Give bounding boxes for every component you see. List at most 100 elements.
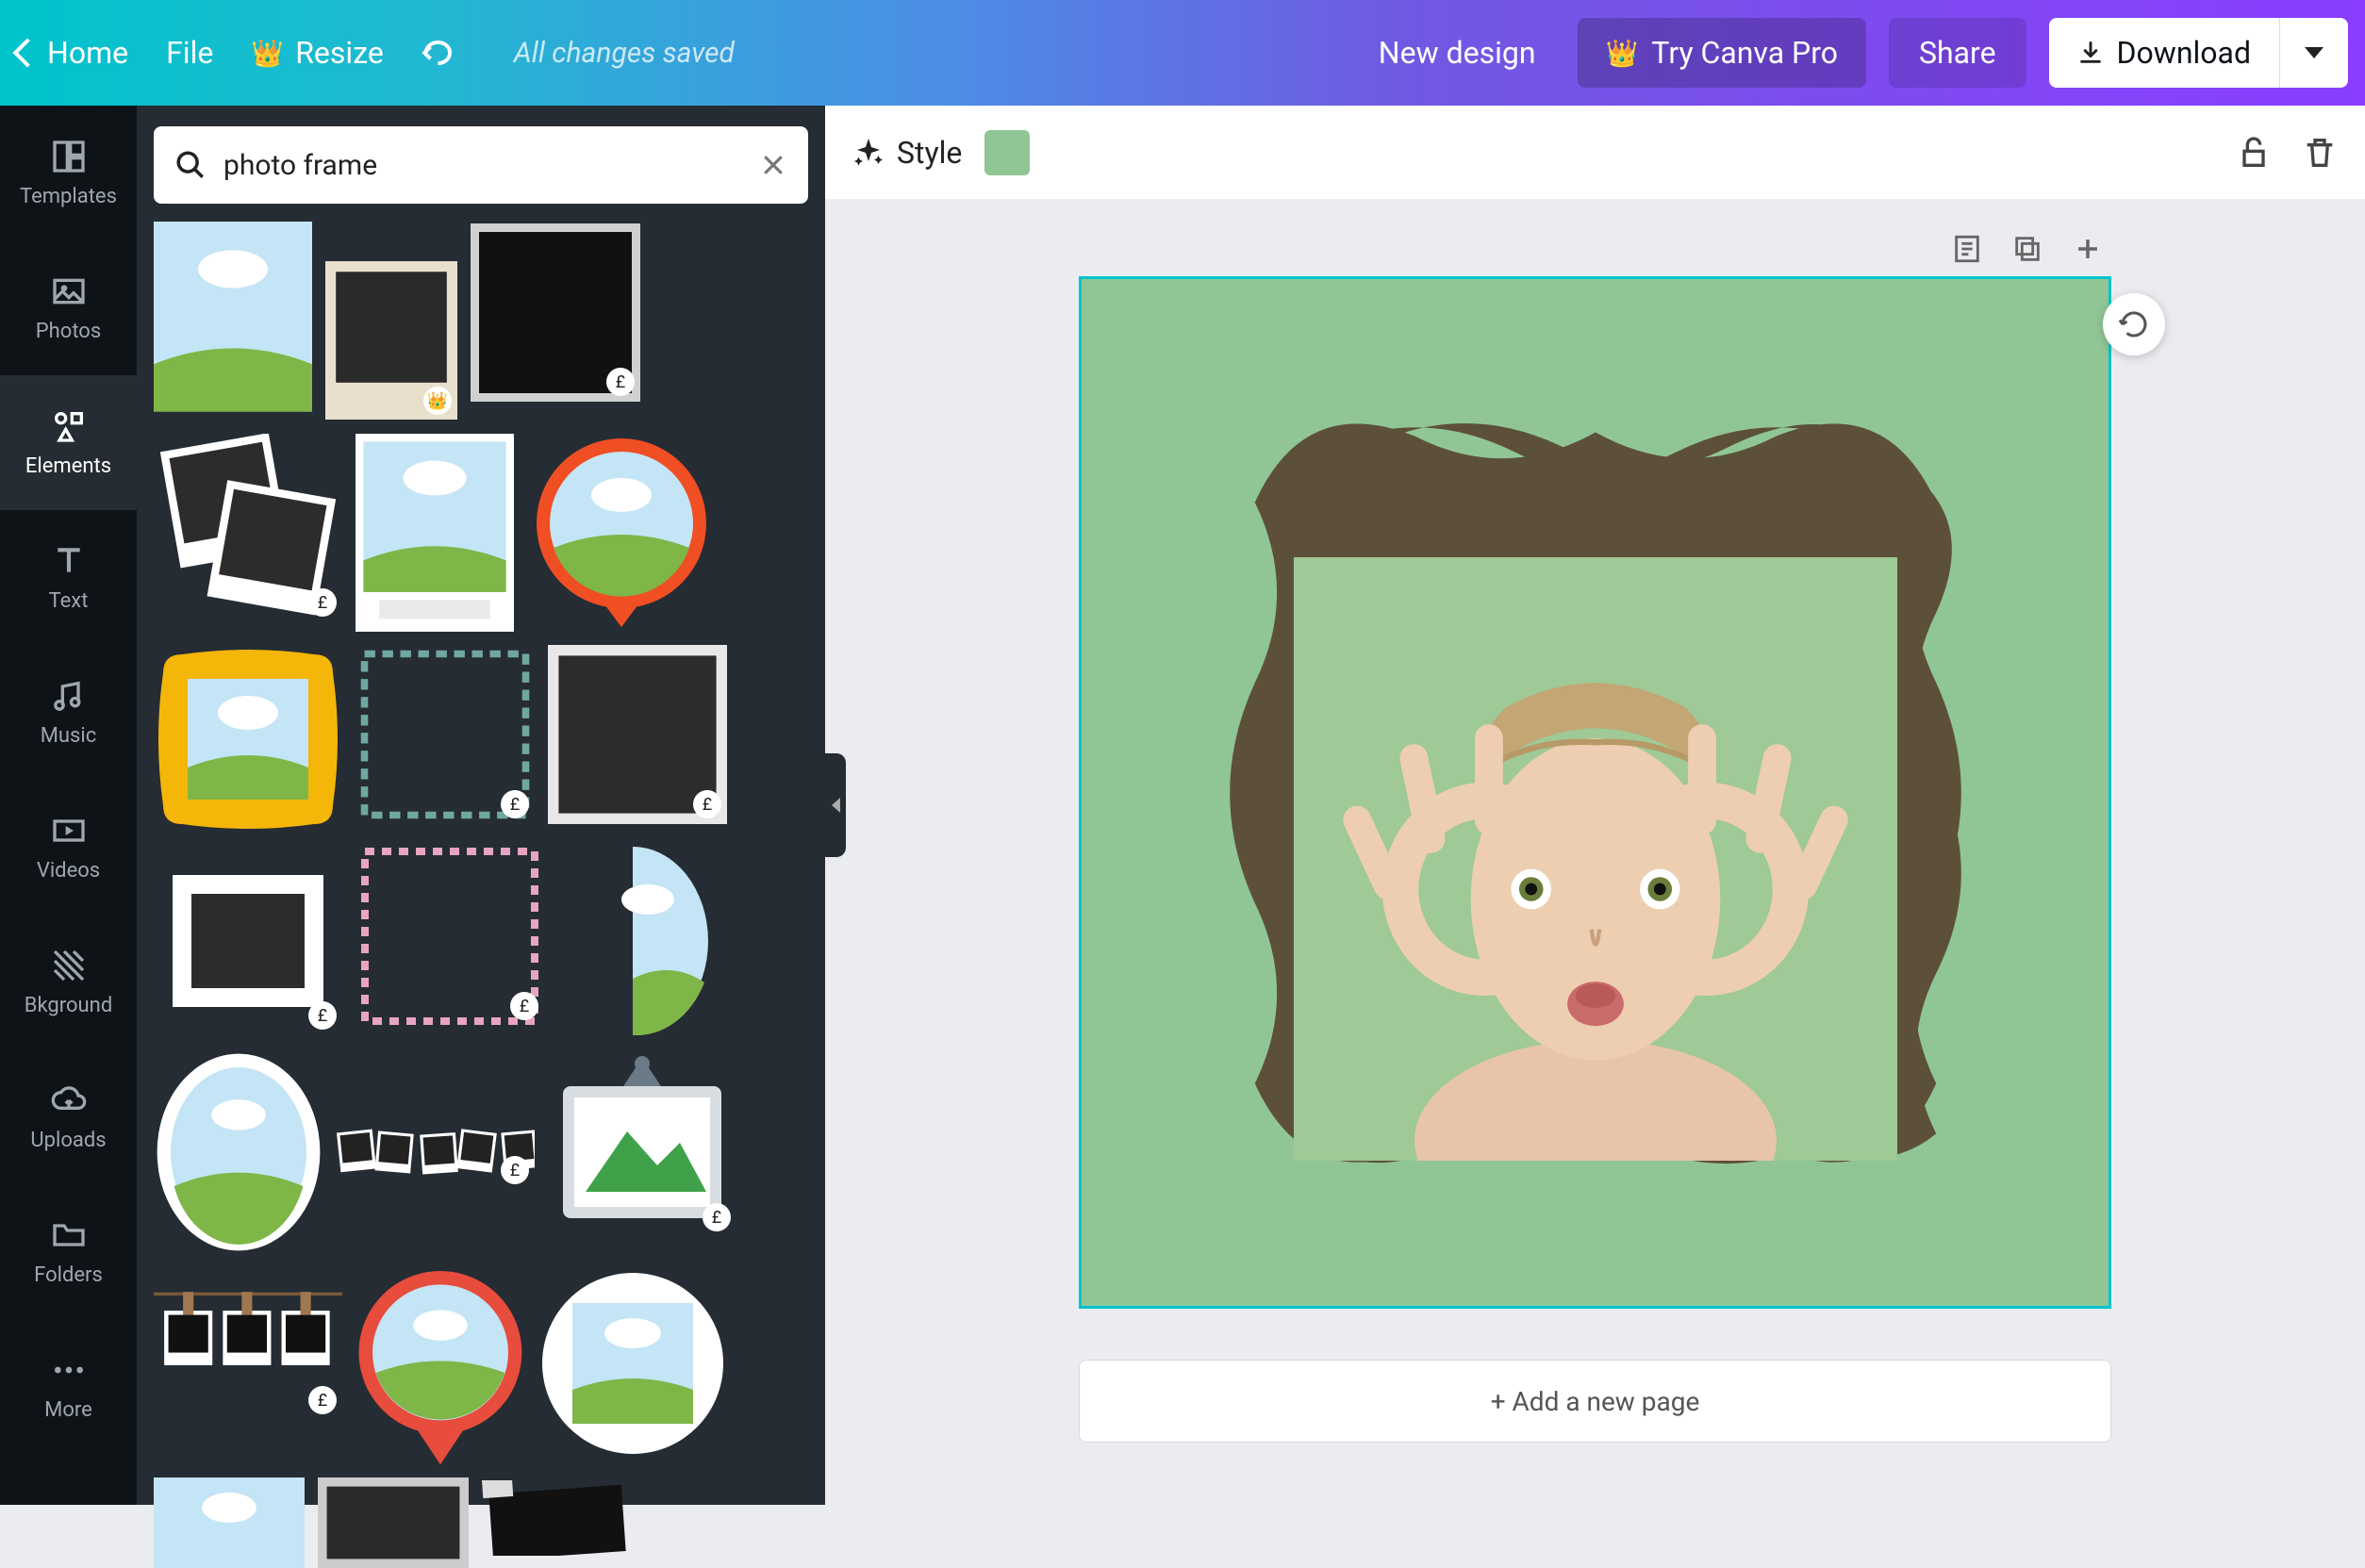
undo-icon [422,38,457,68]
sidebar-item-label: Elements [25,454,111,478]
text-icon [50,542,88,580]
frame-element[interactable] [154,223,312,411]
download-caret-button[interactable] [2279,18,2348,88]
resize-button[interactable]: 👑 Resize [251,35,383,71]
price-badge: £ [501,1156,529,1184]
canvas-actions [1079,233,2111,265]
topbar-left-group: Home File 👑 Resize All changes saved [17,35,735,71]
caret-down-icon [2305,47,2324,58]
main-area: Templates Photos Elements Text Music Vid… [0,106,2365,1505]
top-navigation-bar: Home File 👑 Resize All changes saved New… [0,0,2365,106]
rotate-handle[interactable] [2103,293,2165,355]
search-box [154,126,808,204]
elements-panel: 👑 £ £ £ [137,106,825,1505]
left-sidebar: Templates Photos Elements Text Music Vid… [0,106,137,1505]
folders-icon [50,1216,88,1254]
frame-element[interactable]: £ [471,223,640,402]
canvas-area[interactable]: + Add a new page [825,200,2365,1505]
trash-icon[interactable] [2301,134,2339,172]
download-label: Download [2117,35,2251,71]
home-button[interactable]: Home [17,35,128,71]
sidebar-item-uploads[interactable]: Uploads [0,1049,137,1184]
price-badge: £ [510,992,538,1020]
sidebar-item-label: Templates [20,185,117,208]
sidebar-item-more[interactable]: More [0,1319,137,1454]
search-input[interactable] [223,149,742,182]
sparkle-icon [852,136,885,170]
frame-element[interactable] [356,434,514,632]
download-button[interactable]: Download [2049,18,2279,88]
save-status-text: All changes saved [514,37,735,70]
frame-element[interactable]: £ [548,645,727,824]
price-badge: £ [308,588,337,617]
crown-icon: 👑 [1606,38,1639,69]
frame-element[interactable] [557,847,708,1035]
clear-search-button[interactable] [759,151,787,179]
sidebar-item-label: Folders [34,1263,103,1287]
frame-element[interactable] [154,1480,305,1565]
frame-element[interactable]: £ [337,1114,535,1190]
frame-element[interactable] [154,645,342,834]
sidebar-item-videos[interactable]: Videos [0,780,137,915]
pro-badge: 👑 [423,387,452,415]
color-swatch[interactable] [984,130,1030,175]
sidebar-item-label: Videos [37,859,100,883]
chevron-left-icon [12,38,41,67]
photo-placeholder[interactable] [1294,557,1897,1161]
try-pro-label: Try Canva Pro [1651,35,1838,71]
frame-element[interactable] [154,1048,323,1256]
sidebar-item-folders[interactable]: Folders [0,1184,137,1319]
price-badge: £ [693,790,721,818]
price-badge: £ [703,1203,731,1231]
lock-icon[interactable] [2235,134,2273,172]
templates-icon [50,138,88,175]
editor-toolbar: Style [825,106,2365,200]
sidebar-item-label: Uploads [30,1129,106,1152]
design-canvas[interactable] [1079,276,2111,1309]
undo-button[interactable] [422,38,457,68]
sidebar-item-templates[interactable]: Templates [0,106,137,240]
frame-element[interactable]: £ [154,434,342,622]
crown-icon: 👑 [251,38,284,69]
add-page-button[interactable]: + Add a new page [1079,1360,2111,1443]
elements-grid[interactable]: 👑 £ £ £ [154,223,808,1565]
person-photo [1294,557,1897,1161]
style-button[interactable]: Style [852,135,962,171]
try-canva-pro-button[interactable]: 👑 Try Canva Pro [1578,18,1866,88]
elements-icon [50,407,88,445]
home-label: Home [47,35,128,71]
sidebar-item-label: Music [41,724,97,748]
sidebar-item-label: Text [49,589,89,613]
new-design-button[interactable]: New design [1360,22,1555,84]
frame-element[interactable]: £ [548,1048,736,1237]
photo-frame-shape[interactable] [1195,392,1996,1194]
frame-element[interactable] [356,1269,525,1467]
sidebar-item-background[interactable]: Bkground [0,915,137,1049]
frame-element[interactable] [527,434,716,632]
notes-icon[interactable] [1951,233,1983,265]
add-page-icon[interactable] [2072,233,2104,265]
resize-label: Resize [295,35,384,71]
sidebar-item-text[interactable]: Text [0,510,137,645]
share-button[interactable]: Share [1889,18,2026,88]
background-icon [50,947,88,984]
toolbar-right [2235,134,2339,172]
frame-element[interactable] [482,1480,633,1556]
sidebar-item-music[interactable]: Music [0,645,137,780]
price-badge: £ [606,368,635,396]
file-menu[interactable]: File [166,35,213,71]
sidebar-item-photos[interactable]: Photos [0,240,137,375]
frame-element[interactable]: £ [154,1269,342,1420]
sidebar-item-elements[interactable]: Elements [0,375,137,510]
frame-element[interactable] [318,1480,469,1565]
sidebar-item-label: More [44,1398,92,1422]
frame-element[interactable]: £ [356,847,544,1026]
music-icon [50,677,88,715]
duplicate-icon[interactable] [2011,233,2043,265]
price-badge: £ [501,790,529,818]
frame-element[interactable]: 👑 [325,260,457,421]
frame-element[interactable]: £ [356,645,535,824]
frame-element[interactable]: £ [154,847,342,1035]
photos-icon [50,272,88,310]
frame-element[interactable] [538,1269,727,1458]
